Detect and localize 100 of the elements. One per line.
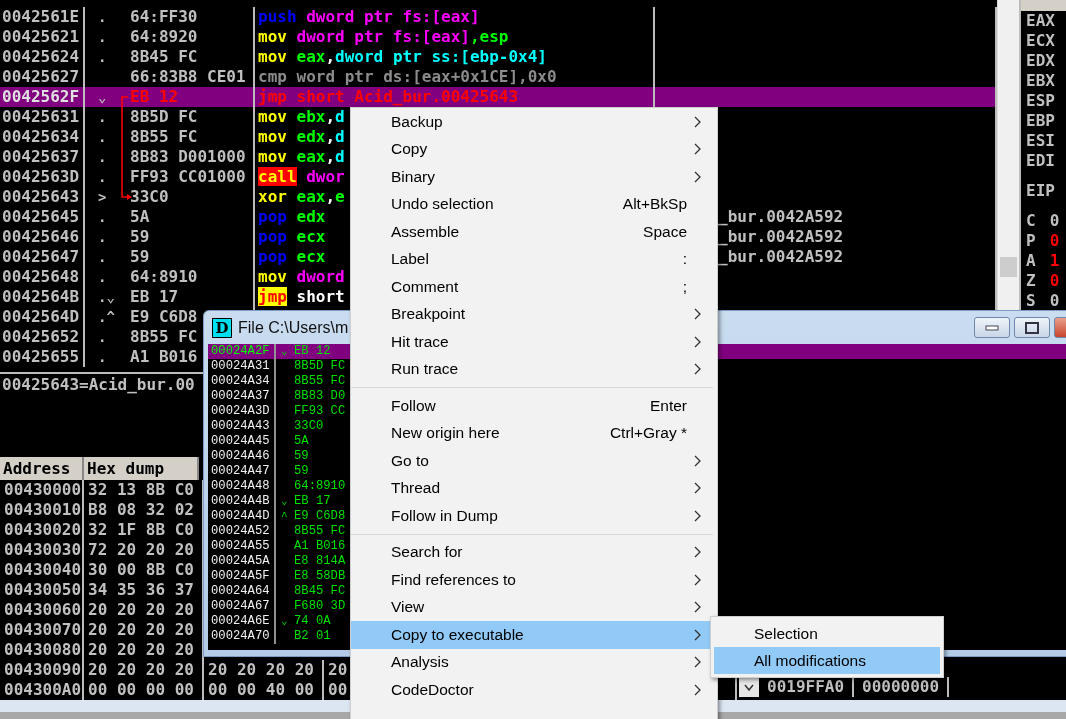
register-name: ESI bbox=[1025, 131, 1056, 151]
address-cell[interactable]: 00425648 bbox=[0, 267, 85, 287]
hex-cell: EB 12 bbox=[130, 87, 179, 107]
menu-item[interactable]: All modifications bbox=[714, 647, 940, 674]
address-cell[interactable]: 00425643 bbox=[0, 187, 85, 207]
menu-item[interactable]: Go to bbox=[351, 447, 717, 475]
hex-cell: 8B45 FC bbox=[130, 47, 198, 67]
address-cell[interactable]: 00425646 bbox=[0, 227, 85, 247]
maximize-button[interactable] bbox=[1014, 317, 1050, 338]
scroll-thumb[interactable] bbox=[1000, 257, 1017, 277]
jump-mark: . bbox=[98, 348, 108, 367]
address-cell[interactable]: 00024A67 bbox=[208, 599, 276, 614]
scrollbar[interactable] bbox=[997, 0, 1019, 310]
address-cell[interactable]: 00024A4D bbox=[208, 509, 276, 524]
menu-label: Go to bbox=[391, 451, 430, 470]
jump-mark: . bbox=[98, 248, 108, 267]
address-cell[interactable]: 0042563D bbox=[0, 167, 85, 187]
address-cell[interactable]: 0042562F bbox=[0, 87, 85, 107]
hex-cell: 8B5D FC bbox=[294, 359, 346, 374]
flag-name: Z bbox=[1026, 271, 1036, 291]
address-cell[interactable]: 00425645 bbox=[0, 207, 85, 227]
menu-item[interactable]: View bbox=[351, 593, 717, 621]
hex-cell: 64:8910 bbox=[130, 267, 198, 287]
address-cell[interactable]: 00024A55 bbox=[208, 539, 276, 554]
address-cell: 00430000 bbox=[0, 480, 84, 500]
jump-mark: .⌄ bbox=[98, 288, 116, 307]
hex-cell: 8B55 FC bbox=[130, 127, 198, 147]
address-cell[interactable]: 00024A5F bbox=[208, 569, 276, 584]
address-cell[interactable]: 00024A46 bbox=[208, 449, 276, 464]
address-cell[interactable]: 00425647 bbox=[0, 247, 85, 267]
address-cell[interactable]: 00024A47 bbox=[208, 464, 276, 479]
address-cell: 00430010 bbox=[0, 500, 84, 520]
hex-cell: EB 12 bbox=[294, 344, 331, 359]
app-icon: D bbox=[212, 317, 232, 338]
address-cell: 00430030 bbox=[0, 540, 84, 560]
address-cell: 00430020 bbox=[0, 520, 84, 540]
flag-name: P bbox=[1026, 231, 1036, 251]
address-cell[interactable]: 00024A4B bbox=[208, 494, 276, 509]
flag-name: A bbox=[1026, 251, 1036, 271]
menu-item[interactable]: Search for bbox=[351, 538, 717, 566]
hex-cell: 20 20 20 20 bbox=[84, 660, 204, 680]
address-cell[interactable]: 00024A52 bbox=[208, 524, 276, 539]
menu-item[interactable]: Follow Enter bbox=[351, 392, 717, 420]
address-cell[interactable]: 00024A6E bbox=[208, 614, 276, 629]
address-cell[interactable]: 00024A45 bbox=[208, 434, 276, 449]
address-cell[interactable]: 00024A70 bbox=[208, 629, 276, 644]
jump-mark: . bbox=[98, 328, 108, 347]
menu-item[interactable]: Run trace bbox=[351, 355, 717, 383]
address-cell[interactable]: 00024A34 bbox=[208, 374, 276, 389]
address-cell[interactable]: 00024A37 bbox=[208, 389, 276, 404]
hex-cell: 64:8920 bbox=[130, 27, 198, 47]
menu-item[interactable]: Follow in Dump bbox=[351, 502, 717, 530]
address-cell: 00430080 bbox=[0, 640, 84, 660]
address-cell[interactable]: 00425655 bbox=[0, 347, 85, 367]
menu-label: Hit trace bbox=[391, 332, 450, 351]
address-cell[interactable]: 00425621 bbox=[0, 27, 85, 47]
menu-label: Label bbox=[391, 250, 430, 269]
address-cell[interactable]: 00425634 bbox=[0, 127, 85, 147]
hex-cell: B2 01 bbox=[294, 629, 331, 644]
address-cell[interactable]: 00425652 bbox=[0, 327, 85, 347]
maximize-icon bbox=[1025, 321, 1039, 334]
menu-item[interactable]: Hit trace bbox=[351, 328, 717, 356]
register-name: EBP bbox=[1025, 111, 1056, 131]
minimize-button[interactable] bbox=[974, 317, 1010, 338]
menu-label: Copy to executable bbox=[391, 625, 525, 644]
column-header[interactable]: Address bbox=[0, 457, 84, 480]
address-cell: 00430060 bbox=[0, 600, 84, 620]
jump-mark: . bbox=[98, 148, 108, 167]
menu-label: Breakpoint bbox=[391, 305, 467, 324]
hex-cell: 59 bbox=[130, 227, 150, 247]
address-cell[interactable]: 0042564D bbox=[0, 307, 85, 327]
jump-mark: . bbox=[98, 8, 108, 27]
address-cell[interactable]: 00024A48 bbox=[208, 479, 276, 494]
jump-mark: .^ bbox=[98, 308, 116, 327]
menu-item[interactable]: New origin here Ctrl+Gray * bbox=[351, 419, 717, 447]
column-header[interactable]: Hex dump bbox=[84, 457, 199, 480]
jump-mark: ⌄ bbox=[280, 344, 289, 359]
dropdown-button[interactable] bbox=[739, 677, 759, 697]
hex-cell: 59 bbox=[294, 449, 309, 464]
menu-label: Follow in Dump bbox=[391, 506, 499, 525]
menu-item[interactable]: Selection bbox=[714, 620, 940, 647]
address-cell[interactable]: 00425624 bbox=[0, 47, 85, 67]
address-cell[interactable]: 00024A2F bbox=[208, 344, 276, 359]
flag-value: 0 bbox=[1049, 231, 1060, 251]
hex-cell: A1 B016 bbox=[130, 347, 198, 367]
address-cell: 00430090 bbox=[0, 660, 84, 680]
address-cell[interactable]: 00024A43 bbox=[208, 419, 276, 434]
address-cell[interactable]: 00024A31 bbox=[208, 359, 276, 374]
hex-cell: 8B55 FC bbox=[294, 524, 346, 539]
address-cell[interactable]: 00024A64 bbox=[208, 584, 276, 599]
jump-mark: ⌄ bbox=[98, 88, 108, 107]
menu-item[interactable]: Thread bbox=[351, 474, 717, 502]
address-cell[interactable]: 0042564B bbox=[0, 287, 85, 307]
address-cell[interactable]: 00425631 bbox=[0, 107, 85, 127]
address-cell[interactable]: 0042561E bbox=[0, 7, 85, 27]
address-cell[interactable]: 00024A5A bbox=[208, 554, 276, 569]
address-cell[interactable]: 00024A3D bbox=[208, 404, 276, 419]
hex-cell: 8B83 D0 bbox=[294, 389, 346, 404]
address-cell[interactable]: 00425637 bbox=[0, 147, 85, 167]
menu-item[interactable]: Find references to bbox=[351, 566, 717, 594]
